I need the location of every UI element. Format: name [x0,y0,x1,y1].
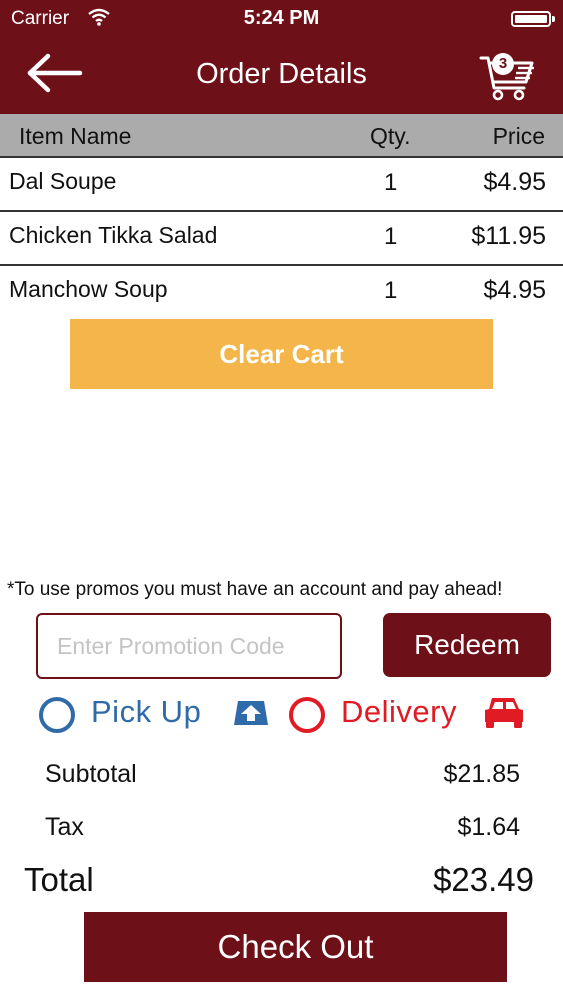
promo-note: *To use promos you must have an account … [7,579,503,600]
status-bar: Carrier 5:24 PM [0,0,563,38]
item-qty: 1 [384,277,398,304]
battery-icon [511,11,551,27]
total-value: $23.49 [433,861,534,898]
table-row[interactable]: Dal Soupe 1 $4.95 [0,158,563,212]
pickup-icon [234,701,268,725]
item-qty: 1 [384,223,398,250]
cart-button[interactable]: 3 [478,48,540,102]
item-price: $4.95 [483,276,546,304]
battery-tip [552,16,555,22]
pickup-radio[interactable] [39,697,75,733]
cart-count-badge: 3 [492,53,514,75]
table-header: Item Name Qty. Price [0,114,563,158]
table-row[interactable]: Manchow Soup 1 $4.95 [0,266,563,320]
clear-cart-button[interactable]: Clear Cart [70,319,493,389]
tax-label: Tax [45,813,84,841]
total-label: Total [24,861,94,898]
item-name: Manchow Soup [9,276,168,302]
subtotal-label: Subtotal [45,760,137,788]
nav-bar: Order Details 3 [0,38,563,114]
checkout-button[interactable]: Check Out [84,912,507,982]
delivery-radio[interactable] [289,697,325,733]
tax-value: $1.64 [457,813,520,841]
item-price: $4.95 [483,168,546,196]
pickup-label: Pick Up [91,694,202,729]
status-time: 5:24 PM [243,7,320,29]
subtotal-value: $21.85 [443,760,520,788]
column-header-price: Price [492,123,545,149]
column-header-item-name: Item Name [19,123,132,149]
promo-code-input[interactable] [36,613,342,679]
car-icon [485,698,523,728]
item-price: $11.95 [471,222,546,250]
delivery-label: Delivery [341,694,457,729]
redeem-button[interactable]: Redeem [383,613,551,677]
item-name: Dal Soupe [9,168,117,194]
table-row[interactable]: Chicken Tikka Salad 1 $11.95 [0,212,563,266]
app-header: Carrier 5:24 PM Order Details 3 [0,0,563,114]
item-name: Chicken Tikka Salad [9,222,218,248]
item-qty: 1 [384,169,398,196]
column-header-qty: Qty. [370,123,411,149]
